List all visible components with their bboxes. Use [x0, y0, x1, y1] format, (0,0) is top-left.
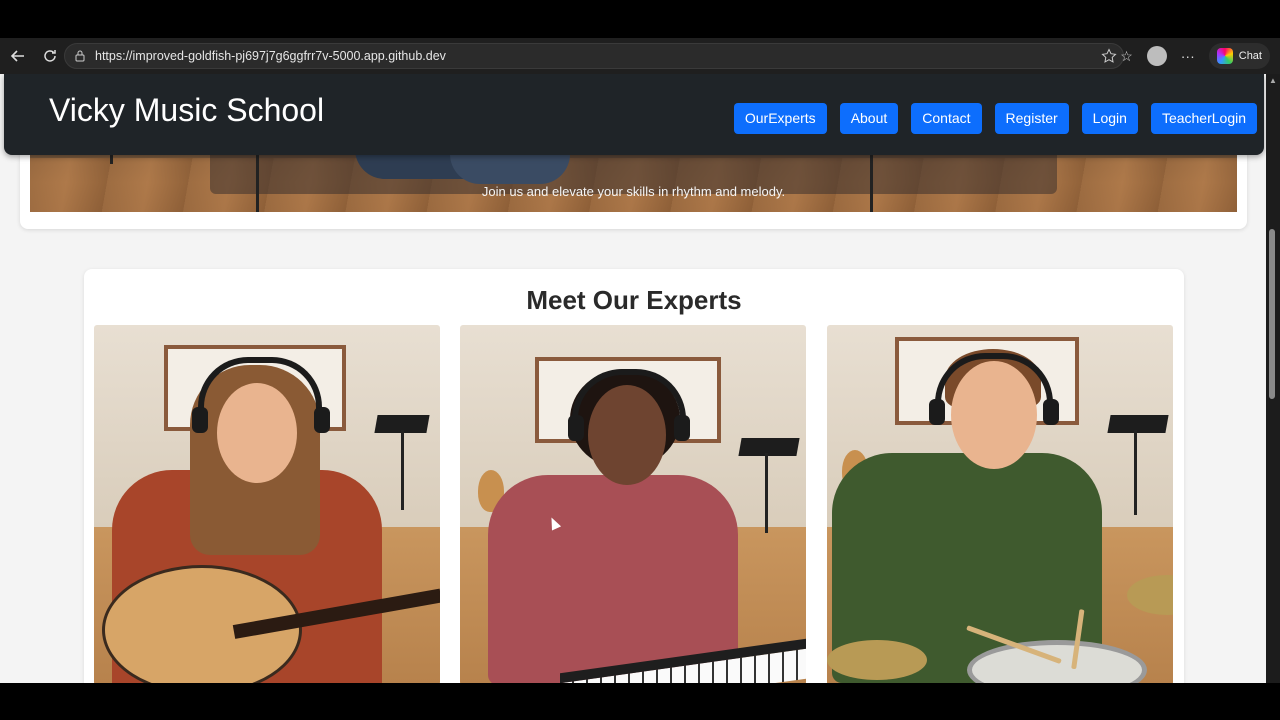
- screen-bottom-border: [0, 683, 1280, 720]
- experts-title: Meet Our Experts: [526, 285, 742, 315]
- expert-card-guitarist[interactable]: [94, 325, 440, 683]
- back-icon[interactable]: [4, 42, 32, 70]
- profile-avatar[interactable]: [1146, 46, 1167, 66]
- chat-label: Chat: [1238, 50, 1262, 62]
- expert-card-drummer[interactable]: [827, 325, 1173, 683]
- site-navbar: Vicky Music School OurExperts About Cont…: [4, 74, 1264, 155]
- nav-links: OurExperts About Contact Register Login …: [733, 103, 1257, 134]
- browser-toolbar: https://improved-goldfish-pj697j7g6ggfrr…: [0, 38, 1280, 74]
- nav-contact[interactable]: Contact: [911, 103, 982, 134]
- copilot-icon: [1216, 48, 1233, 64]
- site-info-icon[interactable]: [73, 49, 87, 63]
- nav-register[interactable]: Register: [994, 103, 1069, 134]
- scroll-thumb[interactable]: [1269, 229, 1275, 399]
- favorite-star-icon[interactable]: [1101, 48, 1117, 64]
- address-bar[interactable]: https://improved-goldfish-pj697j7g6ggfrr…: [64, 43, 1124, 69]
- screen-top-border: [0, 0, 1280, 38]
- hero-subtitle: Join us and elevate your skills in rhyth…: [481, 184, 786, 199]
- expert-card-pianist[interactable]: [460, 325, 806, 683]
- nav-our-experts[interactable]: OurExperts: [733, 103, 827, 134]
- url-text: https://improved-goldfish-pj697j7g6ggfrr…: [95, 49, 446, 63]
- more-menu-icon[interactable]: ···: [1181, 48, 1195, 64]
- page-viewport: Join us and elevate your skills in rhyth…: [0, 74, 1266, 683]
- nav-login[interactable]: Login: [1081, 103, 1138, 134]
- nav-teacher-login[interactable]: TeacherLogin: [1150, 103, 1257, 134]
- chat-button[interactable]: Chat: [1208, 43, 1270, 69]
- experts-section: Meet Our Experts: [84, 269, 1184, 683]
- reload-icon[interactable]: [36, 42, 64, 70]
- brand-title[interactable]: Vicky Music School: [49, 92, 324, 129]
- page-scrollbar[interactable]: ▲: [1266, 74, 1280, 683]
- nav-about[interactable]: About: [839, 103, 899, 134]
- favorites-icon[interactable]: ☆: [1120, 48, 1133, 65]
- scroll-up-icon[interactable]: ▲: [1269, 76, 1277, 85]
